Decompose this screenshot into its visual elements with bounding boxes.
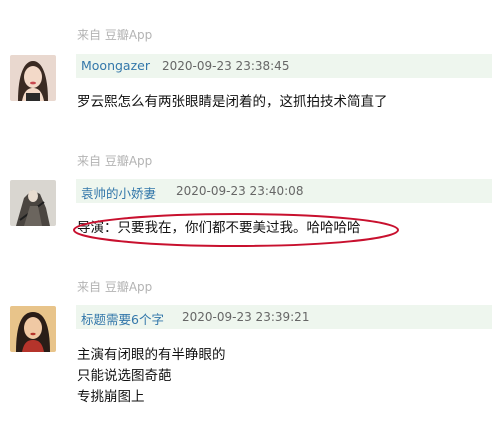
comment-line: 罗云熙怎么有两张眼睛是闭着的，这抓拍技术简直了 [77, 94, 388, 110]
comment-line: 主演有闭眼的有半睁眼的 [77, 347, 226, 363]
comment-text: 导演：只要我在，你们都不要美过我。哈哈哈哈 [77, 218, 361, 239]
author-link[interactable]: 标题需要6个字 [81, 309, 164, 328]
comment-line: 导演：只要我在，你们都不要美过我。哈哈哈哈 [77, 220, 361, 236]
comment-line: 只能说选图奇葩 [77, 368, 172, 384]
comment-source: 来自 豆瓣App [77, 28, 153, 42]
comment-text: 罗云熙怎么有两张眼睛是闭着的，这抓拍技术简直了 [77, 92, 388, 113]
avatar[interactable] [10, 306, 56, 352]
comment-text: 主演有闭眼的有半睁眼的 只能说选图奇葩 专挑崩图上 [77, 345, 226, 408]
author-link[interactable]: 袁帅的小娇妻 [81, 183, 156, 202]
avatar[interactable] [10, 180, 56, 226]
comment-source: 来自 豆瓣App [77, 280, 153, 294]
comment-meta-bar: 袁帅的小娇妻 2020-09-23 23:40:08 [76, 179, 492, 203]
comment-time: 2020-09-23 23:38:45 [162, 59, 290, 73]
comment-source: 来自 豆瓣App [77, 154, 153, 168]
avatar[interactable] [10, 55, 56, 101]
comment-time: 2020-09-23 23:40:08 [176, 184, 304, 198]
comment-line: 专挑崩图上 [77, 389, 145, 405]
comment-time: 2020-09-23 23:39:21 [182, 310, 310, 324]
comment-meta-bar: Moongazer 2020-09-23 23:38:45 [76, 54, 492, 78]
author-link[interactable]: Moongazer [81, 58, 150, 73]
comment-meta-bar: 标题需要6个字 2020-09-23 23:39:21 [76, 305, 492, 329]
